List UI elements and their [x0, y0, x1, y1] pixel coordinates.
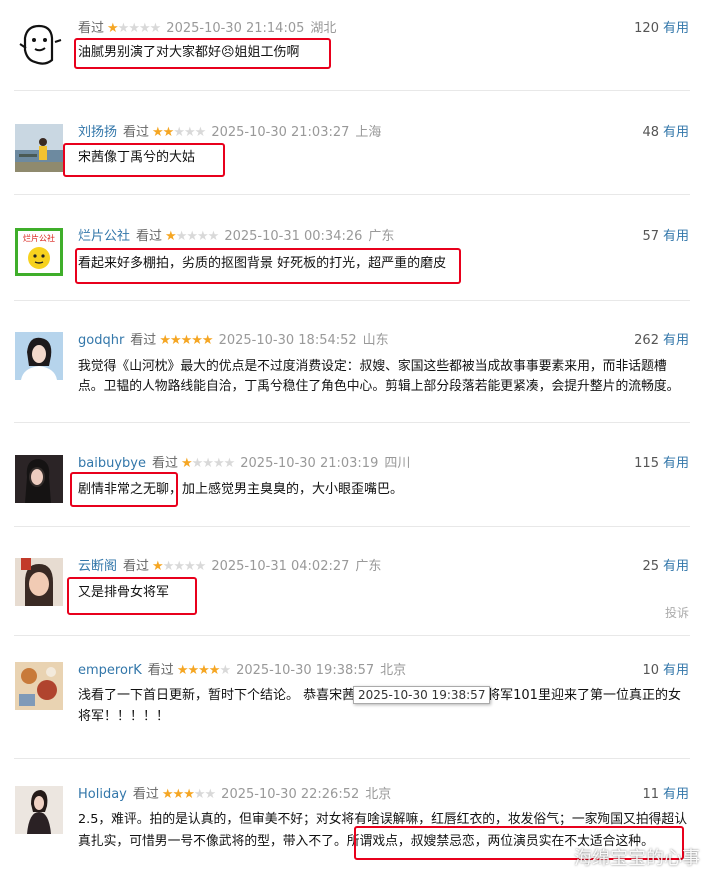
avatar[interactable]	[15, 332, 63, 380]
username[interactable]: godqhr	[78, 333, 124, 348]
star-rating: ★★★★★	[152, 559, 206, 574]
highlight-box	[74, 38, 331, 69]
highlight-box	[75, 248, 461, 284]
username[interactable]: 云断阁	[78, 559, 117, 574]
vote-count: 57	[642, 229, 659, 244]
review-text: 我觉得《山河枕》最大的优点是不过度消费设定：叔嫂、家国这些都被当成故事事要素来用…	[78, 359, 680, 394]
review-date[interactable]: 2025-10-30 21:14:05	[166, 21, 304, 36]
review-location: 上海	[355, 125, 382, 140]
divider	[14, 635, 690, 636]
review-location: 北京	[380, 663, 407, 678]
review-location: 山东	[362, 333, 389, 348]
watched-label: 看过	[132, 787, 159, 802]
star-rating: ★★★★★	[180, 456, 235, 471]
avatar[interactable]	[15, 20, 63, 68]
watched-label: 看过	[123, 125, 150, 140]
review-location: 北京	[365, 787, 392, 802]
useful-button[interactable]: 有用	[663, 559, 689, 574]
review-date[interactable]: 2025-10-31 04:02:27	[211, 559, 349, 574]
star-rating: ★★★★★	[161, 787, 216, 802]
review-date[interactable]: 2025-10-30 18:54:52	[219, 333, 357, 348]
vote-count: 25	[642, 559, 659, 574]
highlight-box	[63, 143, 225, 177]
highlight-box	[70, 472, 178, 507]
review-location: 广东	[368, 229, 395, 244]
review-date[interactable]: 2025-10-30 22:26:52	[221, 787, 359, 802]
review-location: 四川	[384, 456, 411, 471]
username[interactable]: 烂片公社	[78, 229, 130, 244]
watched-label: 看过	[130, 333, 157, 348]
star-rating: ★★★★★	[176, 663, 231, 678]
vote-count: 115	[634, 456, 659, 471]
username[interactable]: 刘扬扬	[78, 125, 117, 140]
avatar[interactable]	[15, 662, 63, 710]
username[interactable]: baibuybye	[78, 456, 146, 471]
watched-label: 看过	[147, 663, 174, 678]
vote-count: 120	[634, 21, 659, 36]
useful-button[interactable]: 有用	[663, 787, 689, 802]
review-location: 广东	[355, 559, 382, 574]
divider	[14, 758, 690, 759]
avatar[interactable]: 烂片公社	[15, 228, 63, 276]
star-rating: ★★★★★	[152, 125, 206, 140]
review-location: 湖北	[310, 21, 337, 36]
divider	[14, 526, 690, 527]
useful-button[interactable]: 有用	[663, 125, 689, 140]
review-date[interactable]: 2025-10-30 21:03:27	[211, 125, 349, 140]
vote-count: 10	[642, 663, 659, 678]
watermark: 海绵宝宝的心事	[574, 848, 700, 869]
review-item: 看过 ★★★★★ 2025-10-30 21:14:05 湖北 120 有用 油腻男别演…	[0, 20, 708, 90]
useful-button[interactable]: 有用	[663, 456, 689, 471]
report-button[interactable]: 投诉	[665, 604, 689, 621]
avatar[interactable]	[15, 455, 63, 503]
divider	[14, 422, 690, 423]
vote-count: 262	[634, 333, 659, 348]
review-item: 云断阁 看过 ★★★★★ 2025-10-31 04:02:27 广东 25 有用 又是排…	[0, 558, 708, 638]
useful-button[interactable]: 有用	[663, 333, 689, 348]
highlight-box	[67, 577, 197, 615]
review-date[interactable]: 2025-10-30 21:03:19	[240, 456, 378, 471]
divider	[14, 300, 690, 301]
vote-count: 48	[642, 125, 659, 140]
star-rating: ★★★★★	[165, 229, 219, 244]
divider	[14, 194, 690, 195]
watched-label: 看过	[78, 21, 105, 36]
vote-count: 11	[642, 787, 659, 802]
avatar-text: 烂片公社	[23, 233, 55, 243]
review-item: 刘扬扬 看过 ★★★★★ 2025-10-30 21:03:27 上海 48 有用 宋茜像…	[0, 124, 708, 194]
avatar[interactable]	[15, 124, 63, 172]
divider	[14, 90, 690, 91]
username[interactable]: emperorK	[78, 663, 142, 678]
username[interactable]: Holiday	[78, 787, 127, 802]
review-date[interactable]: 2025-10-31 00:34:26	[224, 229, 362, 244]
review-item: 烂片公社 烂片公社 看过 ★★★★★ 2025-10-31 00:34:26 广东 57…	[0, 228, 708, 298]
useful-button[interactable]: 有用	[663, 21, 689, 36]
review-item: godqhr 看过 ★★★★★ 2025-10-30 18:54:52 山东 262 有用…	[0, 332, 708, 422]
useful-button[interactable]: 有用	[663, 229, 689, 244]
review-item: baibuybye 看过 ★★★★★ 2025-10-30 21:03:19 四川 11…	[0, 455, 708, 525]
useful-button[interactable]: 有用	[663, 663, 689, 678]
avatar[interactable]	[15, 786, 63, 834]
review-date[interactable]: 2025-10-30 19:38:57	[236, 663, 374, 678]
watched-label: 看过	[151, 456, 178, 471]
review-text-part: 浅看了一下首日更新，暂时下个结论。 恭喜宋茜	[78, 688, 356, 703]
avatar[interactable]	[15, 558, 63, 606]
star-rating: ★★★★★	[159, 333, 213, 348]
watched-label: 看过	[136, 229, 163, 244]
date-tooltip: 2025-10-30 19:38:57	[353, 686, 491, 704]
watched-label: 看过	[123, 559, 150, 574]
star-rating: ★★★★★	[107, 21, 161, 36]
review-item: emperorK 看过 ★★★★★ 2025-10-30 19:38:57 北京 10 有…	[0, 662, 708, 752]
